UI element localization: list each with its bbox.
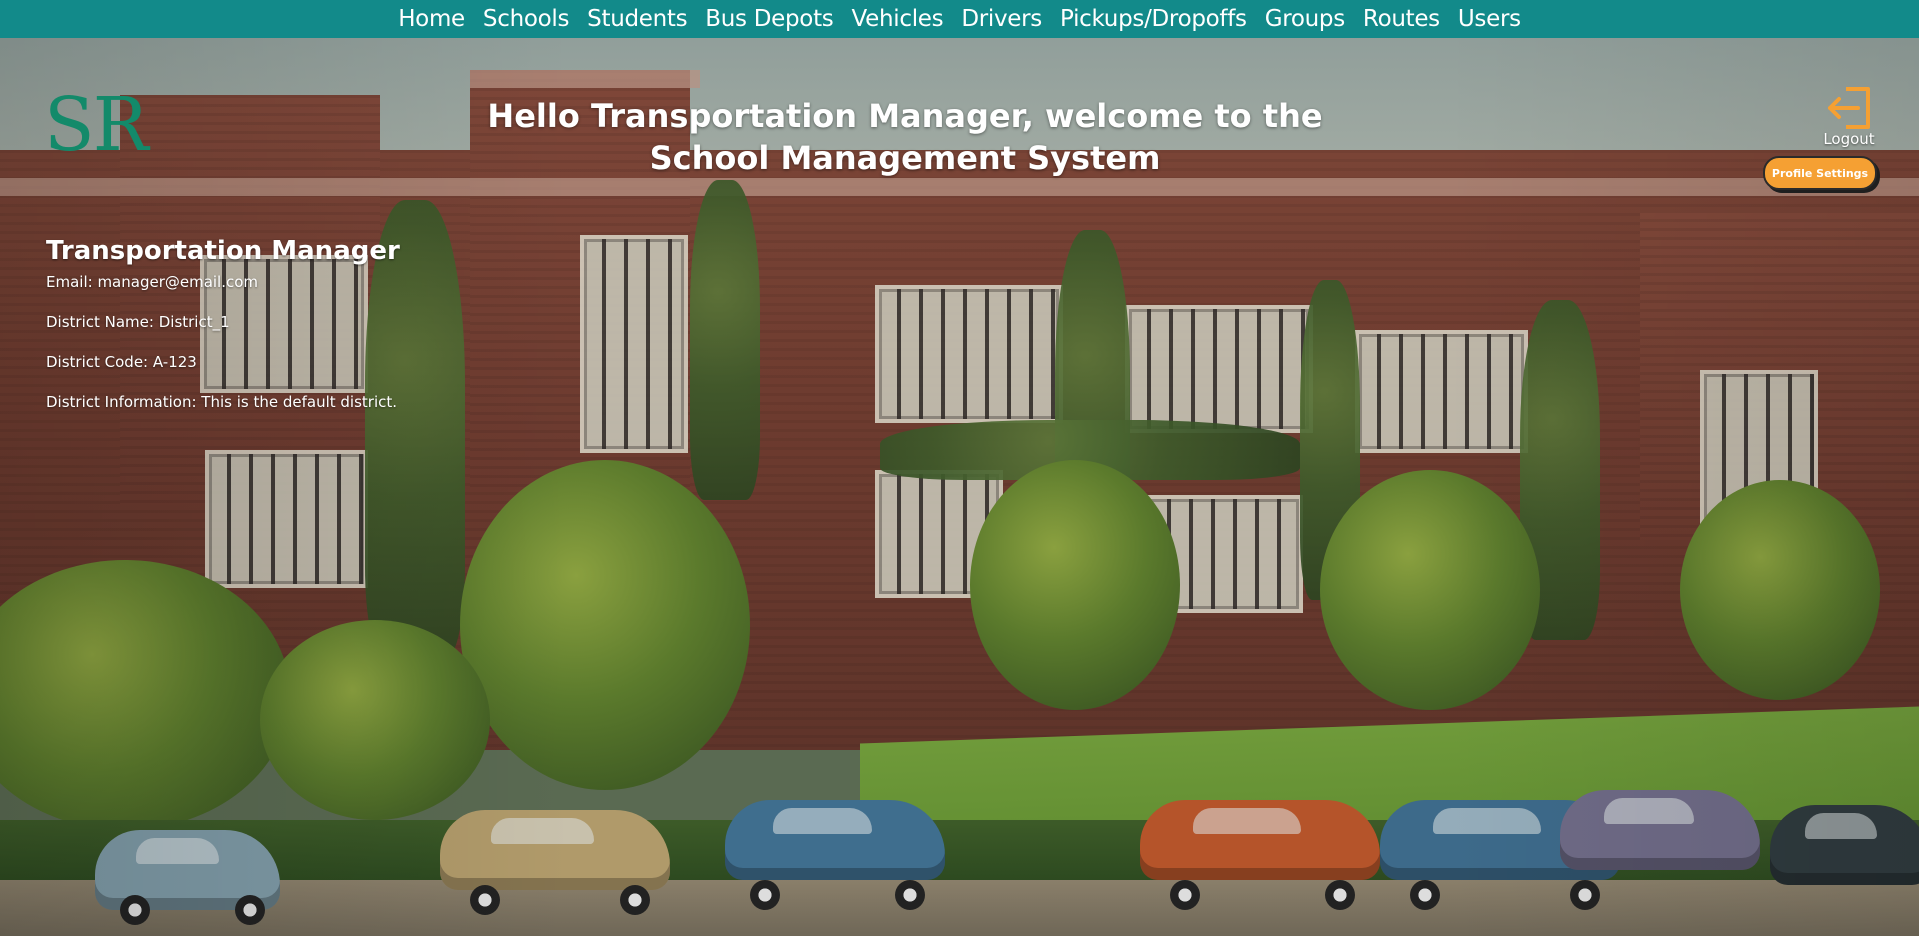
background-parapet xyxy=(0,178,1919,196)
nav-drivers[interactable]: Drivers xyxy=(961,6,1042,32)
welcome-heading: Hello Transportation Manager, welcome to… xyxy=(470,95,1340,179)
nav-students[interactable]: Students xyxy=(587,6,687,32)
background-wheel xyxy=(1325,880,1355,910)
app-logo[interactable]: SR xyxy=(44,88,148,162)
background-ivy xyxy=(690,180,760,500)
welcome-line-2: School Management System xyxy=(649,139,1161,177)
background-window xyxy=(1355,330,1528,453)
background-tree xyxy=(260,620,490,820)
background-car xyxy=(1770,805,1919,885)
nav-routes[interactable]: Routes xyxy=(1363,6,1440,32)
background-ground xyxy=(0,880,1919,936)
background-wheel xyxy=(1570,880,1600,910)
nav-vehicles[interactable]: Vehicles xyxy=(851,6,943,32)
background-wheel xyxy=(1170,880,1200,910)
background-tree xyxy=(1320,470,1540,710)
profile-settings-button[interactable]: Profile Settings xyxy=(1763,156,1877,190)
profile-district-name: District Name: District_1 xyxy=(46,313,230,331)
background-wheel xyxy=(235,895,265,925)
background-window xyxy=(1125,305,1313,433)
background-parapet xyxy=(470,70,700,88)
background-wheel xyxy=(750,880,780,910)
background-tree xyxy=(1680,480,1880,700)
background-wheel xyxy=(620,885,650,915)
profile-district-code: District Code: A-123 xyxy=(46,353,197,371)
logout-label: Logout xyxy=(1823,130,1875,148)
background-car xyxy=(440,810,670,890)
logout-arrow-icon xyxy=(1828,87,1870,129)
background-window xyxy=(875,285,1063,423)
nav-home[interactable]: Home xyxy=(398,6,465,32)
profile-role-title: Transportation Manager xyxy=(46,236,400,266)
background-wheel xyxy=(120,895,150,925)
background-car xyxy=(725,800,945,880)
background-car xyxy=(1560,790,1760,870)
nav-schools[interactable]: Schools xyxy=(483,6,570,32)
background-tree xyxy=(970,460,1180,710)
profile-panel: Transportation Manager Email: manager@em… xyxy=(46,236,400,434)
background-wheel xyxy=(895,880,925,910)
nav-pickups-dropoffs[interactable]: Pickups/Dropoffs xyxy=(1060,6,1247,32)
profile-district-info: District Information: This is the defaul… xyxy=(46,393,398,411)
welcome-line-1: Hello Transportation Manager, welcome to… xyxy=(487,97,1323,135)
background-car xyxy=(1140,800,1380,880)
background-window xyxy=(580,235,688,453)
background-window xyxy=(205,450,368,588)
nav-bus-depots[interactable]: Bus Depots xyxy=(705,6,833,32)
background-wheel xyxy=(470,885,500,915)
profile-email: Email: manager@email.com xyxy=(46,273,259,291)
background-tree xyxy=(460,460,750,790)
top-navbar: Home Schools Students Bus Depots Vehicle… xyxy=(0,0,1919,38)
logout-button[interactable]: Logout xyxy=(1818,84,1880,148)
background-wheel xyxy=(1410,880,1440,910)
nav-users[interactable]: Users xyxy=(1458,6,1521,32)
nav-groups[interactable]: Groups xyxy=(1265,6,1346,32)
